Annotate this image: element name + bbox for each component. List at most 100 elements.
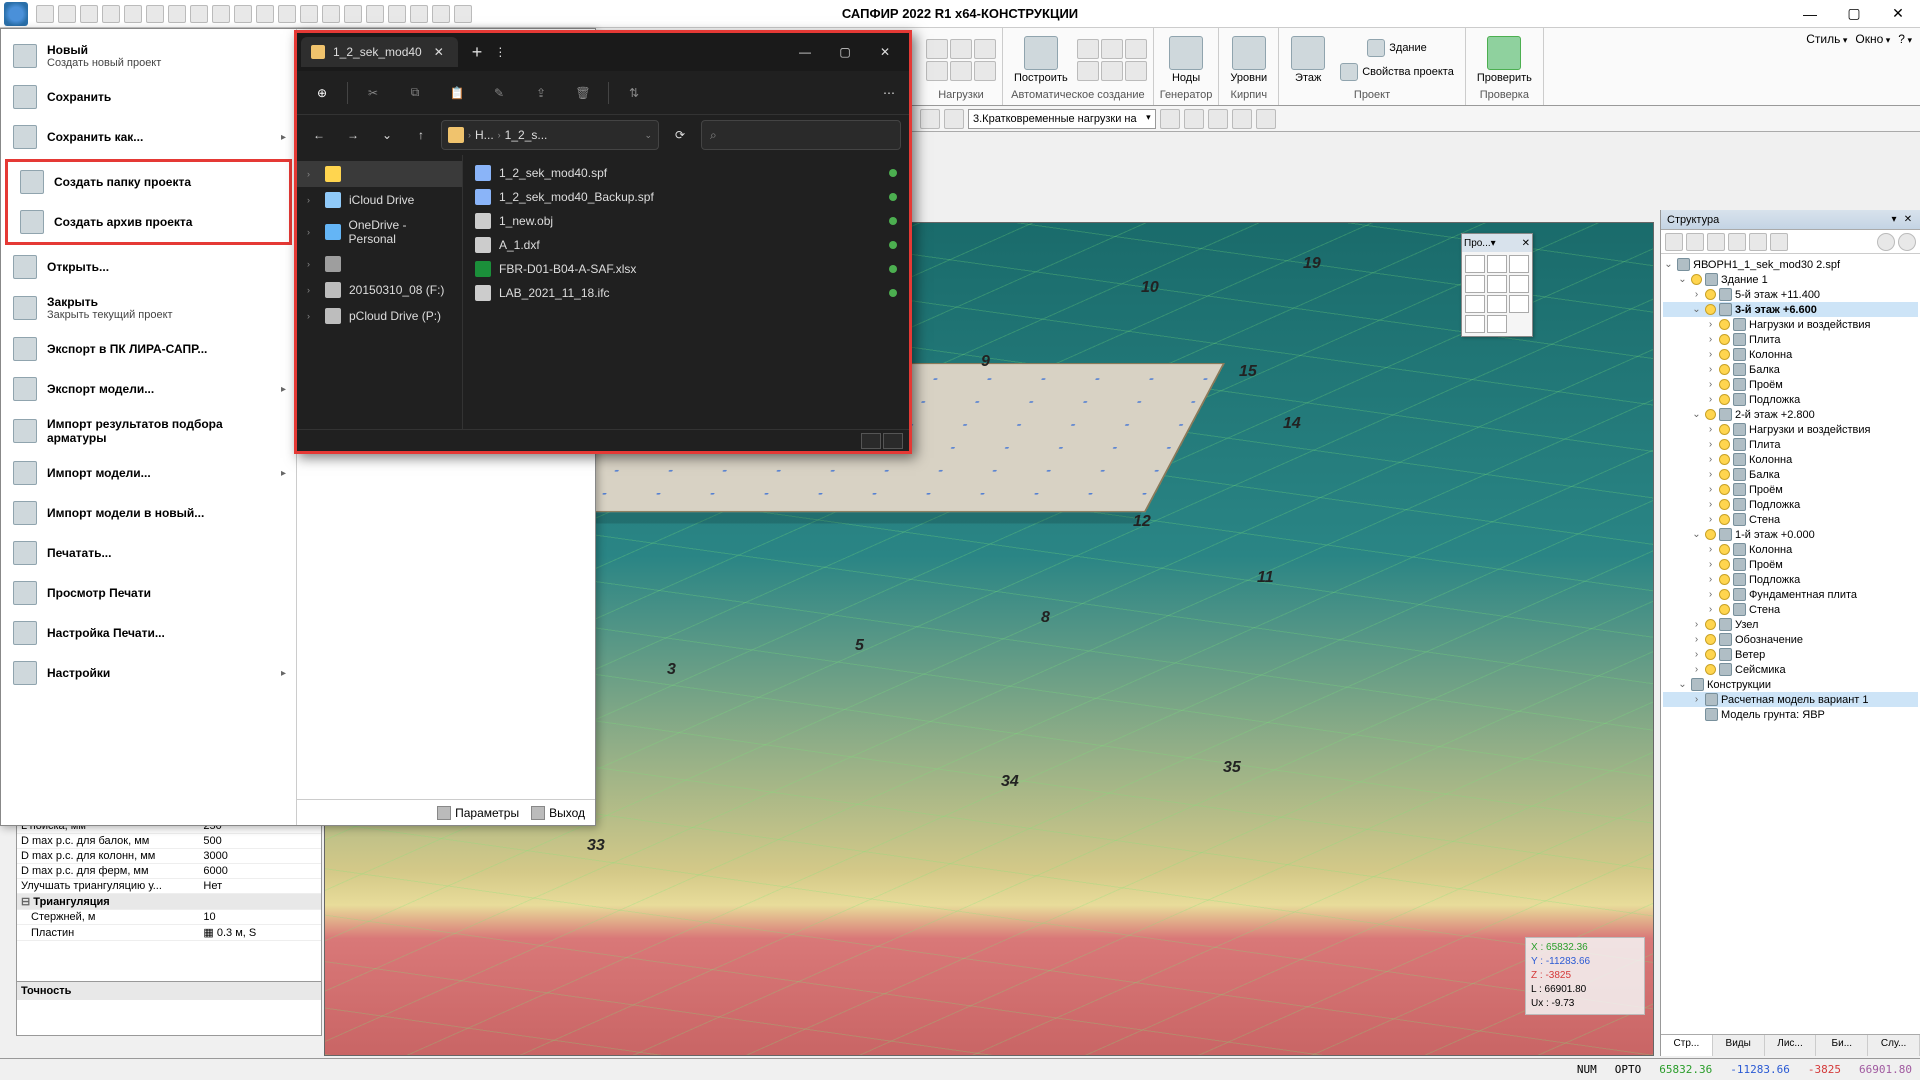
prop-row[interactable]: Улучшать триангуляцию у...Нет [17,879,321,894]
sub-btn-2[interactable] [944,109,964,129]
qat-btn-16[interactable] [366,5,384,23]
tab-lib[interactable]: Би... [1816,1035,1868,1056]
build-button[interactable]: Построить [1009,33,1073,87]
levels-button[interactable]: Уровни [1225,33,1272,87]
menu-save[interactable]: Сохранить [1,77,296,117]
loads-btn-2[interactable] [950,39,972,59]
qat-save-icon[interactable] [80,5,98,23]
qat-btn-6[interactable] [146,5,164,23]
menu-import-model[interactable]: Импорт модели... [1,453,296,493]
toolbox-btn[interactable] [1487,295,1507,313]
menu-create-folder[interactable]: Создать папку проекта [8,162,289,202]
crumb-2[interactable]: 1_2_s... [505,128,548,142]
structure-tree[interactable]: ⌄ЯВОРН1_1_sek_mod30 2.spf ⌄Здание 1 ›5-й… [1661,254,1920,1034]
sidebar-disk-p[interactable]: ›pCloud Drive (P:) [297,303,462,329]
copy-icon[interactable]: ⧉ [398,78,432,108]
view-details-icon[interactable] [861,433,881,449]
qat-btn-12[interactable] [278,5,296,23]
tab-structure[interactable]: Стр... [1661,1035,1713,1056]
prop-row[interactable]: D max р.с. для ферм, мм6000 [17,864,321,879]
file-row[interactable]: FBR-D01-B04-A-SAF.xlsx [467,257,905,281]
sub-btn-6[interactable] [1232,109,1252,129]
sub-btn-3[interactable] [1160,109,1180,129]
forward-button[interactable]: → [339,121,367,149]
sidebar-pinned[interactable]: › [297,161,462,187]
search-input[interactable]: ⌕ [701,120,901,150]
qat-btn-18[interactable] [410,5,428,23]
qat-btn-13[interactable] [300,5,318,23]
tree-tb-3[interactable] [1707,233,1725,251]
share-icon[interactable]: ⇪ [524,78,558,108]
qat-btn-15[interactable] [344,5,362,23]
toolbox-btn[interactable] [1487,315,1507,333]
style-dropdown[interactable]: Стиль [1806,32,1847,46]
maximize-button[interactable]: ▢ [1832,0,1876,28]
prop-row[interactable]: Пластин▦ 0.3 м, S [17,925,321,941]
tab-sheets[interactable]: Лис... [1765,1035,1817,1056]
menu-create-archive[interactable]: Создать архив проекта [8,202,289,242]
tree-tb-6[interactable] [1770,233,1788,251]
menu-saveas[interactable]: Сохранить как... [1,117,296,157]
explorer-maximize[interactable]: ▢ [825,33,865,71]
more-options-icon[interactable]: ⋯ [877,86,901,100]
sub-btn-7[interactable] [1256,109,1276,129]
menu-settings[interactable]: Настройки [1,653,296,693]
file-row[interactable]: LAB_2021_11_18.ifc [467,281,905,305]
qat-btn-11[interactable] [256,5,274,23]
params-button[interactable]: Параметры [437,806,519,820]
tree-pin-icon[interactable]: ▾ [1888,214,1900,226]
building-button[interactable]: Здание [1335,37,1459,59]
loads-btn-3[interactable] [974,39,996,59]
help-dropdown[interactable]: ? [1898,32,1912,46]
toolbox-btn[interactable] [1487,275,1507,293]
floating-toolbox[interactable]: Про...▾✕ [1461,233,1533,337]
up-button[interactable]: ↑ [407,121,435,149]
check-button[interactable]: Проверить [1472,33,1537,87]
toolbox-close-icon[interactable]: ✕ [1522,238,1530,249]
auto-btn-1[interactable] [1077,39,1099,59]
qat-btn-10[interactable] [234,5,252,23]
loads-btn-4[interactable] [926,61,948,81]
auto-btn-3[interactable] [1125,39,1147,59]
menu-import-new[interactable]: Импорт модели в новый... [1,493,296,533]
qat-new-icon[interactable] [36,5,54,23]
menu-preview[interactable]: Просмотр Печати [1,573,296,613]
explorer-close[interactable]: ✕ [865,33,905,71]
menu-export-model[interactable]: Экспорт модели... [1,369,296,409]
sidebar-thispc[interactable]: › [297,251,462,277]
sort-icon[interactable]: ⇅ [617,78,651,108]
prop-row[interactable]: D max р.с. для колонн, мм3000 [17,849,321,864]
file-row[interactable]: 1_new.obj [467,209,905,233]
file-row[interactable]: 1_2_sek_mod40.spf [467,161,905,185]
app-icon[interactable] [4,2,28,26]
menu-close[interactable]: ЗакрытьЗакрыть текущий проект [1,287,296,329]
qat-btn-8[interactable] [190,5,208,23]
new-item-button[interactable]: ⊕ [305,78,339,108]
breadcrumb[interactable]: › Н... › 1_2_s... ⌄ [441,120,659,150]
toolbox-btn[interactable] [1509,255,1529,273]
exit-button[interactable]: Выход [531,806,585,820]
status-orto[interactable]: ОРТО [1615,1063,1642,1076]
sidebar-onedrive[interactable]: ›OneDrive - Personal [297,213,462,251]
tab-close-icon[interactable]: ✕ [430,45,448,59]
qat-open-icon[interactable] [58,5,76,23]
toolbox-btn[interactable] [1465,315,1485,333]
sidebar-disk-f[interactable]: ›20150310_08 (F:) [297,277,462,303]
paste-icon[interactable]: 📋 [440,78,474,108]
toolbox-btn[interactable] [1465,255,1485,273]
toolbox-btn[interactable] [1509,295,1529,313]
sub-btn-1[interactable] [920,109,940,129]
tree-tb-5[interactable] [1749,233,1767,251]
refresh-button[interactable]: ⟳ [665,120,695,150]
prop-row[interactable]: D max р.с. для балок, мм500 [17,834,321,849]
prop-header[interactable]: Триангуляция [17,894,321,910]
new-tab-button[interactable]: + [466,42,489,63]
tab-more-icon[interactable]: ⋮ [494,45,506,59]
qat-btn-7[interactable] [168,5,186,23]
auto-btn-2[interactable] [1101,39,1123,59]
qat-btn-20[interactable] [454,5,472,23]
project-props-button[interactable]: Свойства проекта [1335,61,1459,83]
loads-btn-5[interactable] [950,61,972,81]
explorer-minimize[interactable]: — [785,33,825,71]
tree-tb-2[interactable] [1686,233,1704,251]
